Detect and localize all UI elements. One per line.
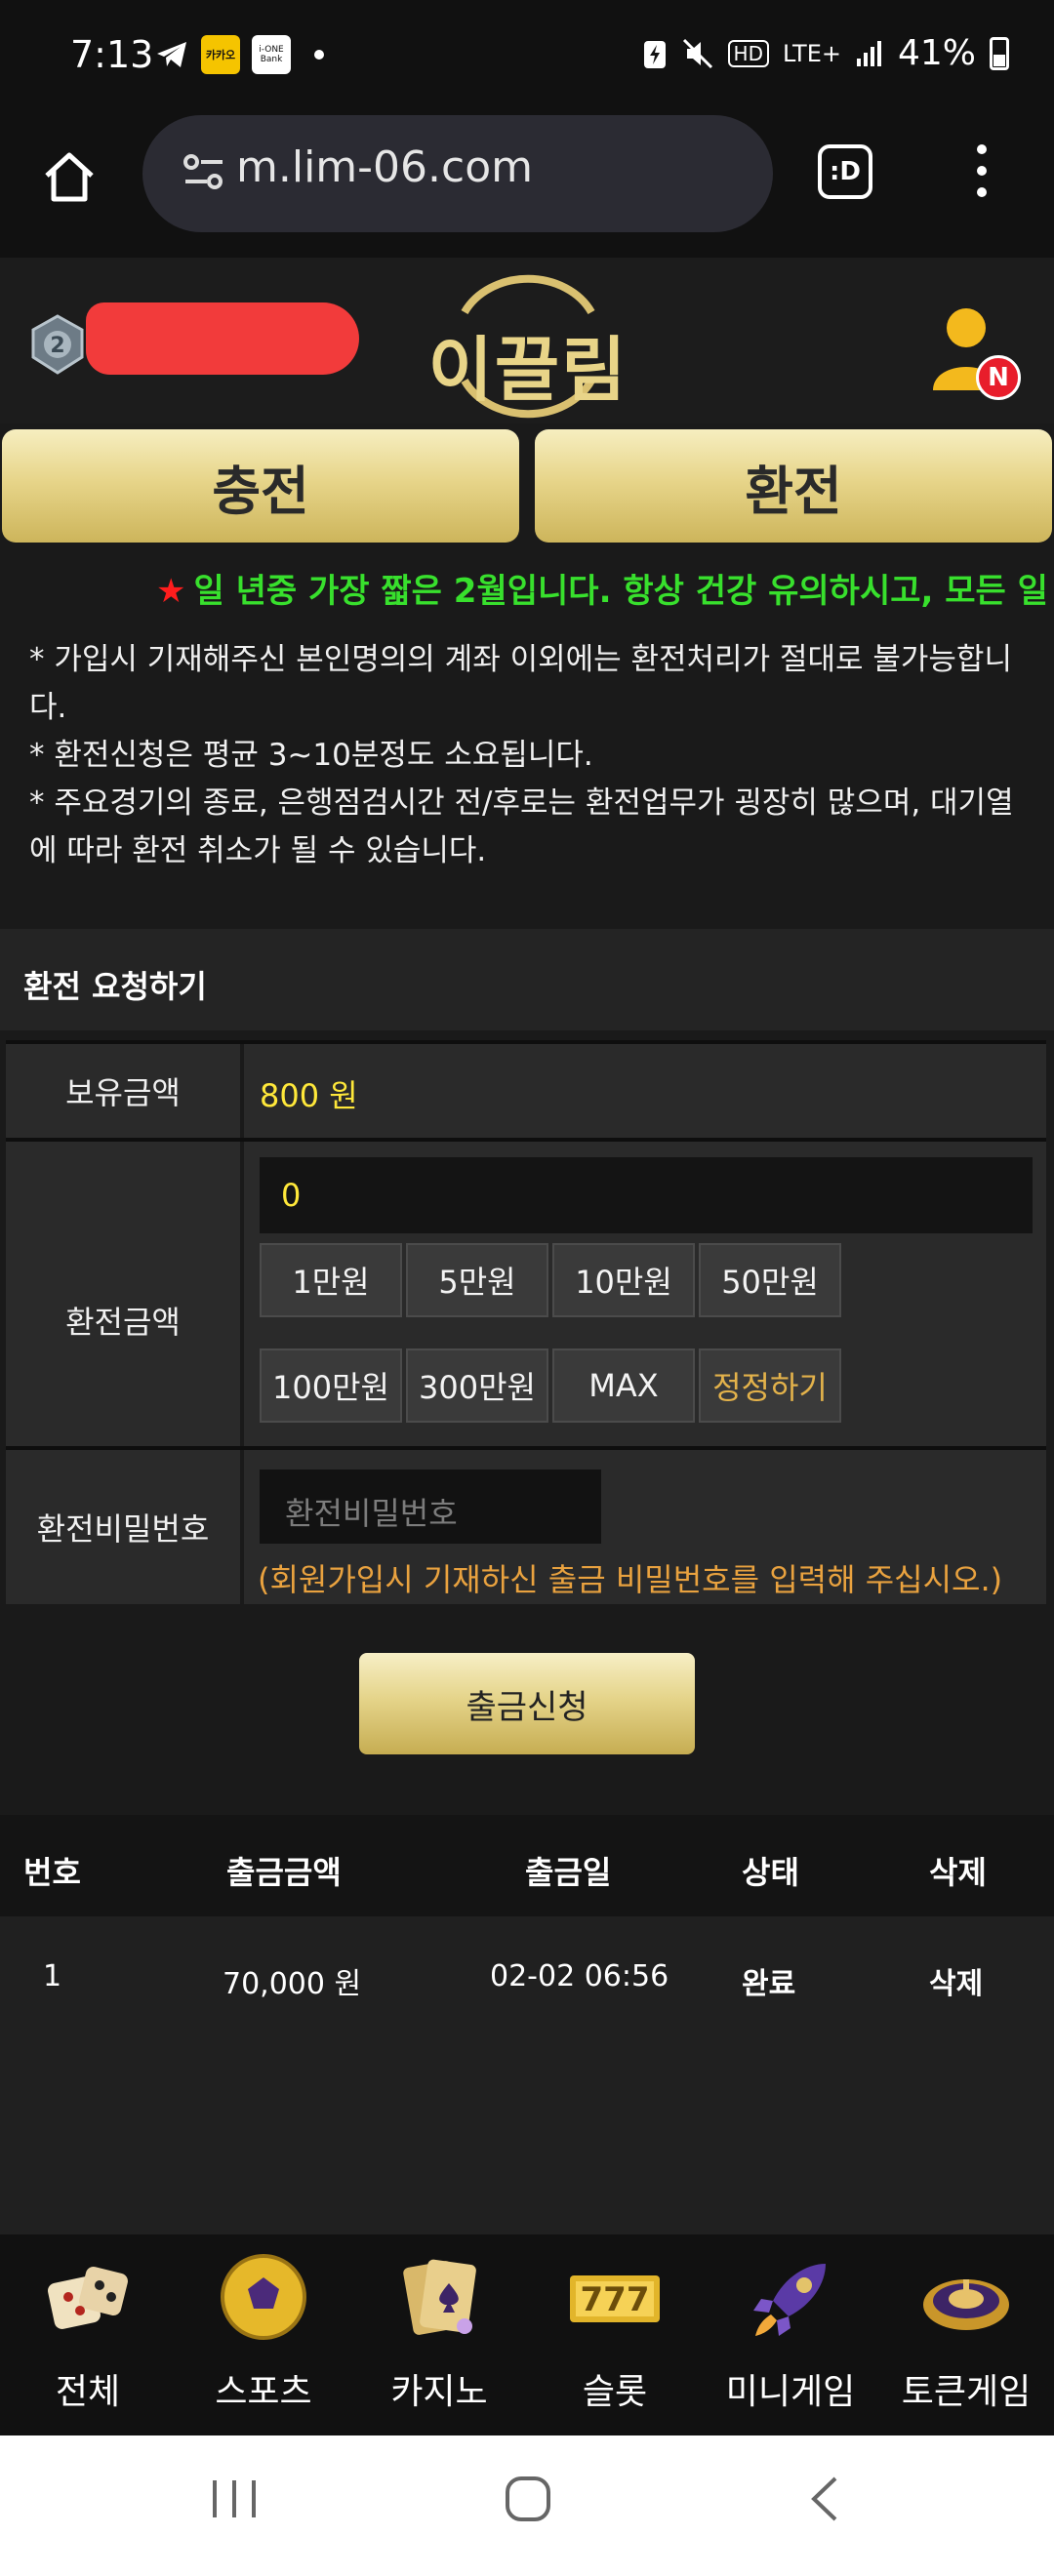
kakao-app-icon: 카카오 — [201, 35, 240, 74]
status-right-icons: HD LTE+ 41% — [642, 33, 1009, 73]
col-date: 출금일 — [525, 1854, 612, 1891]
battery-icon — [990, 36, 1009, 70]
nav-label: 토큰게임 — [901, 2372, 1032, 2412]
nav-item-minigame[interactable]: 미니게임 — [703, 2250, 878, 2426]
withdraw-form: 보유금액 800 원 환전금액 0 1만원 5만원 10만원 50만원 100만… — [0, 1030, 1054, 1608]
quick-100k-button[interactable]: 10만원 — [552, 1243, 695, 1317]
withdraw-password-input[interactable]: 환전비밀번호 — [260, 1469, 601, 1544]
site-header: 2 이끌림 N — [0, 258, 1054, 423]
quick-50k-button[interactable]: 5만원 — [406, 1243, 548, 1317]
nav-item-slot[interactable]: 777 슬롯 — [527, 2250, 703, 2426]
mute-icon — [682, 38, 712, 68]
star-icon: ★ — [156, 572, 186, 611]
nav-item-casino[interactable]: 카지노 — [351, 2250, 527, 2426]
password-placeholder: 환전비밀번호 — [285, 1495, 458, 1532]
col-no: 번호 — [23, 1854, 81, 1891]
password-label: 환전비밀번호 — [6, 1450, 240, 1604]
row-amount: 70,000 원 — [223, 1967, 362, 2001]
status-time: 7:13 — [70, 33, 154, 76]
amount-input[interactable]: 0 — [260, 1157, 1033, 1233]
home-nav-icon[interactable] — [504, 2475, 552, 2523]
col-amount: 출금금액 — [226, 1854, 342, 1891]
bottom-nav: 전체 스포츠 카지노 777 슬롯 미니게임 토큰게임 — [0, 2234, 1054, 2435]
status-left-icons: 카카오 i-ONE Bank — [154, 35, 324, 74]
more-notifications-dot-icon — [314, 50, 324, 60]
nav-item-sports[interactable]: 스포츠 — [176, 2250, 351, 2426]
nav-label: 카지노 — [390, 2372, 488, 2412]
soccer-ball-icon — [221, 2254, 306, 2340]
balance-label: 보유금액 — [6, 1044, 240, 1138]
back-icon[interactable] — [806, 2475, 841, 2523]
quick-500k-button[interactable]: 50만원 — [699, 1243, 841, 1317]
row-delete-button[interactable]: 삭제 — [929, 1959, 983, 2002]
quick-max-button[interactable]: MAX — [552, 1348, 695, 1423]
nav-item-all[interactable]: 전체 — [0, 2250, 176, 2426]
address-bar[interactable]: m.lim-06.com — [142, 115, 773, 232]
hd-voice-icon: HD — [727, 39, 769, 67]
reset-amount-button[interactable]: 정정하기 — [699, 1348, 841, 1423]
system-navigation-bar — [0, 2435, 1054, 2576]
tab-switcher-button[interactable]: :D — [818, 144, 872, 199]
notice-line-2: * 환전신청은 평균 3~10분정도 소요됩니다. — [29, 738, 593, 773]
redacted-username — [86, 302, 359, 375]
quick-3m-button[interactable]: 300만원 — [406, 1348, 548, 1423]
quick-1m-button[interactable]: 100만원 — [260, 1348, 402, 1423]
history-table-header: 번호 출금금액 출금일 상태 삭제 — [0, 1815, 1054, 1916]
balance-value: 800 원 — [260, 1077, 358, 1114]
notice-line-1: * 가입시 기재해주신 본인명의의 계좌 이외에는 환전처리가 절대로 불가능합… — [29, 642, 1012, 725]
nav-label: 미니게임 — [725, 2372, 856, 2412]
section-header: 환전 요청하기 — [0, 929, 1054, 1030]
row-status: 완료 — [742, 1967, 796, 2001]
battery-saver-icon — [643, 40, 666, 68]
signal-icon — [856, 40, 881, 66]
notice-line-3: * 주요경기의 종료, 은행점검시간 전/후로는 환전업무가 굉장히 많으며, … — [29, 785, 1014, 868]
nav-label: 전체 — [55, 2372, 121, 2412]
row-no: 1 — [43, 1959, 62, 1993]
url-text: m.lim-06.com — [236, 142, 533, 192]
site-settings-icon[interactable] — [182, 150, 226, 195]
browser-toolbar: m.lim-06.com :D — [0, 115, 1054, 258]
site-logo[interactable]: 이끌림 — [426, 273, 630, 420]
roulette-icon — [923, 2279, 1009, 2330]
telegram-icon — [157, 42, 186, 67]
col-status: 상태 — [742, 1854, 799, 1891]
nav-label: 스포츠 — [215, 2372, 312, 2412]
notification-badge: N — [976, 355, 1021, 400]
home-icon[interactable] — [39, 146, 100, 207]
dice-icon — [48, 2267, 128, 2329]
rank-badge-icon: 2 — [31, 314, 84, 375]
withdraw-button[interactable]: 환전 — [535, 429, 1052, 543]
marquee-notice: ★ 일 년중 가장 짧은 2월입니다. 항상 건강 유의하시고, 모든 일 — [156, 564, 1048, 612]
recent-apps-icon[interactable] — [209, 2475, 260, 2523]
section-title: 환전 요청하기 — [23, 968, 207, 1005]
row-date: 02-02 06:56 — [490, 1959, 669, 1993]
svg-text:777: 777 — [581, 2280, 650, 2319]
quick-10k-button[interactable]: 1만원 — [260, 1243, 402, 1317]
withdraw-notice: * 가입시 기재해주신 본인명의의 계좌 이외에는 환전처리가 절대로 불가능합… — [29, 636, 1034, 875]
withdraw-submit-button[interactable]: 출금신청 — [359, 1653, 695, 1754]
slot-777-icon: 777 — [570, 2275, 660, 2322]
deposit-button[interactable]: 충전 — [2, 429, 519, 543]
balance-cell: 800 원 — [244, 1044, 1046, 1138]
network-type: LTE+ — [782, 39, 841, 67]
status-bar: 7:13 카카오 i-ONE Bank HD LTE+ 41% — [0, 0, 1054, 115]
browser-menu-icon[interactable] — [972, 144, 992, 203]
history-table-body: 1 70,000 원 02-02 06:56 완료 삭제 — [0, 1916, 1054, 2234]
amount-input-value: 0 — [281, 1177, 302, 1214]
marquee-text: 일 년중 가장 짧은 2월입니다. 항상 건강 유의하시고, 모든 일 — [193, 572, 1048, 611]
battery-percent: 41% — [897, 33, 976, 73]
rocket-icon — [753, 2264, 826, 2336]
password-hint: (회원가입시 기재하신 출금 비밀번호를 입력해 주십시오.) — [258, 1561, 1003, 1598]
ione-bank-icon: i-ONE Bank — [252, 35, 291, 74]
password-cell: 환전비밀번호 (회원가입시 기재하신 출금 비밀번호를 입력해 주십시오.) — [244, 1450, 1046, 1604]
nav-item-token-game[interactable]: 토큰게임 — [878, 2250, 1054, 2426]
col-delete: 삭제 — [929, 1854, 987, 1891]
nav-label: 슬롯 — [582, 2372, 648, 2412]
svg-text:2: 2 — [50, 334, 64, 358]
logo-text: 이끌림 — [427, 329, 628, 411]
cards-icon — [403, 2259, 476, 2335]
